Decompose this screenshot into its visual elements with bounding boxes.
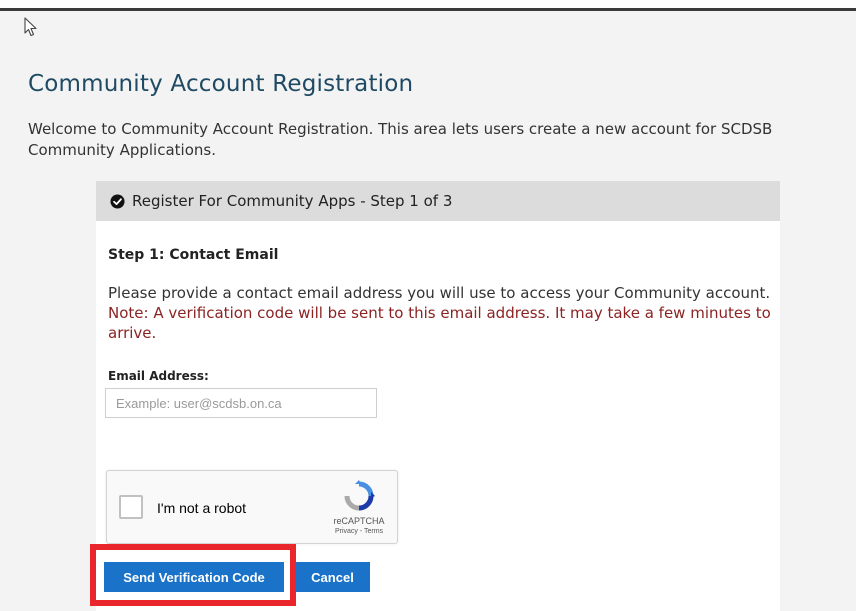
recaptcha-brand: reCAPTCHA [333, 516, 385, 526]
cancel-button[interactable]: Cancel [295, 562, 370, 592]
check-circle-icon [110, 193, 125, 209]
send-verification-code-button[interactable]: Send Verification Code [104, 562, 284, 592]
card-header-title: Register For Community Apps - Step 1 of … [132, 192, 453, 210]
step-title: Step 1: Contact Email [108, 247, 279, 263]
recaptcha-logo-icon [344, 480, 375, 511]
step-description-text: Please provide a contact email address y… [108, 284, 771, 302]
registration-card: Register For Community Apps - Step 1 of … [96, 181, 780, 611]
intro-text: Welcome to Community Account Registratio… [28, 120, 773, 159]
page-title: Community Account Registration [28, 71, 414, 98]
card-header: Register For Community Apps - Step 1 of … [96, 181, 780, 221]
recaptcha-label: I'm not a robot [157, 500, 247, 516]
mouse-pointer-icon [24, 17, 37, 37]
email-label: Email Address: [108, 369, 209, 383]
top-divider [0, 8, 856, 11]
recaptcha-links[interactable]: Privacy - Terms [322, 528, 396, 535]
step-description: Please provide a contact email address y… [108, 283, 773, 343]
email-input[interactable] [105, 388, 377, 418]
recaptcha-widget: I'm not a robot reCAPTCHA Privacy - Term… [106, 470, 398, 544]
recaptcha-checkbox[interactable] [119, 495, 143, 519]
verification-note: Note: A verification code will be sent t… [108, 304, 771, 342]
